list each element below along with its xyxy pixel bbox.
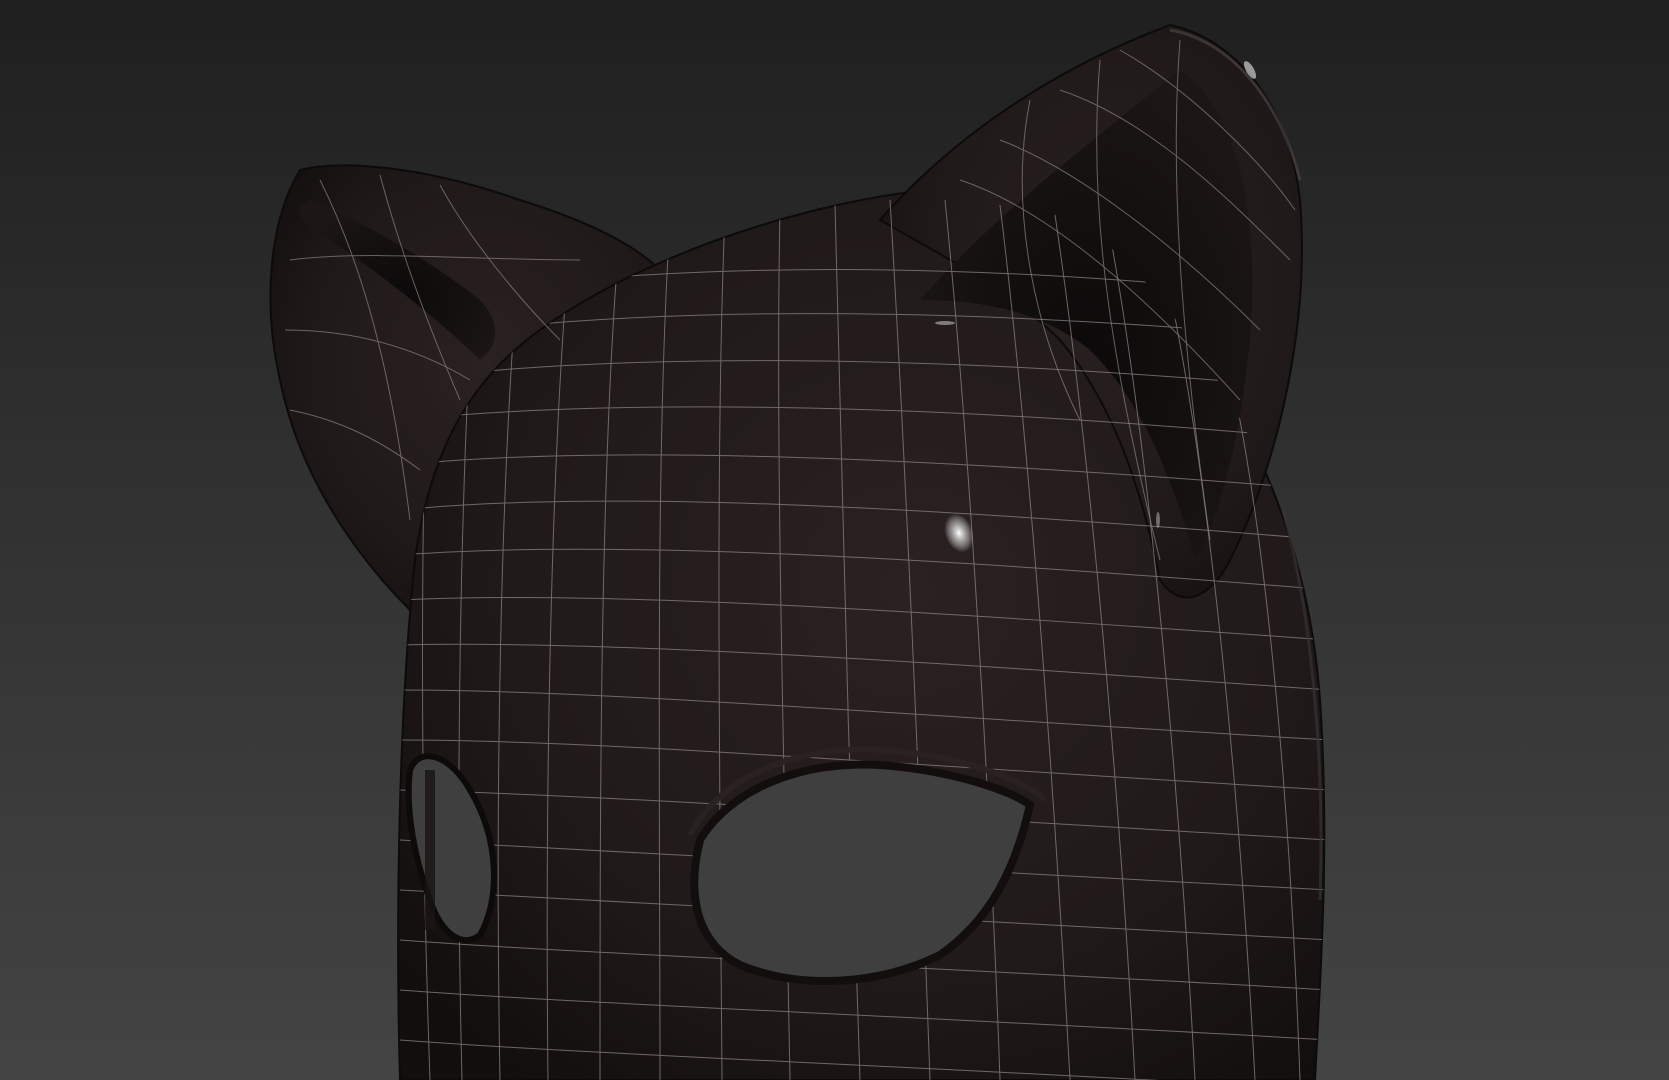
viewport-scene[interactable] (0, 0, 1669, 1080)
3d-viewport[interactable] (0, 0, 1669, 1080)
